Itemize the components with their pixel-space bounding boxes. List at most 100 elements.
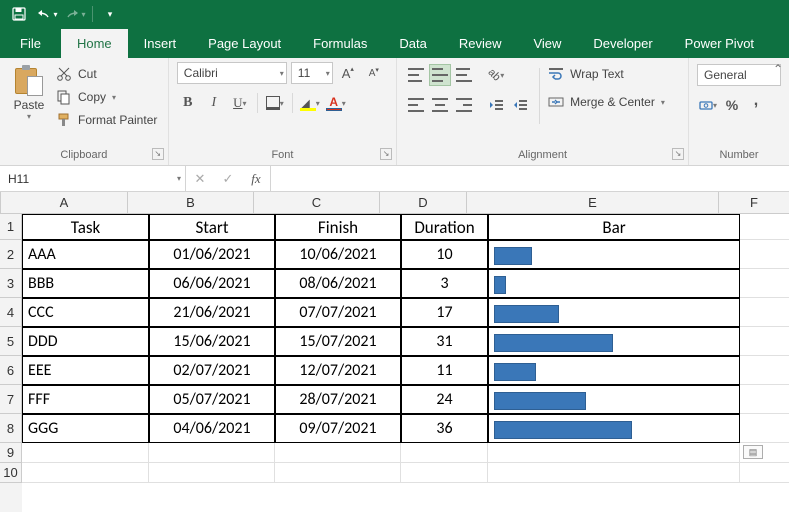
- bold-button[interactable]: B: [177, 92, 199, 114]
- cell-E1[interactable]: Bar: [488, 214, 740, 240]
- align-center-button[interactable]: [429, 94, 451, 116]
- cell-A9[interactable]: [22, 443, 149, 463]
- cell-E9[interactable]: [488, 443, 740, 463]
- redo-button[interactable]: ▾: [62, 3, 88, 25]
- decrease-indent-button[interactable]: [485, 94, 507, 116]
- font-name-combo[interactable]: Calibri▾: [177, 62, 287, 84]
- cell-D10[interactable]: [401, 463, 488, 483]
- tab-power-pivot[interactable]: Power Pivot: [669, 29, 770, 58]
- row-headers[interactable]: 12345678910: [0, 214, 22, 512]
- column-header-D[interactable]: D: [380, 192, 467, 214]
- cell-F7[interactable]: [740, 385, 789, 414]
- formula-input[interactable]: [271, 166, 789, 191]
- cell-B9[interactable]: [149, 443, 275, 463]
- cell-B2[interactable]: 01/06/2021: [149, 240, 275, 269]
- align-middle-button[interactable]: [429, 64, 451, 86]
- row-header-2[interactable]: 2: [0, 240, 22, 269]
- name-box[interactable]: H11 ▾: [0, 166, 186, 191]
- cell-F4[interactable]: [740, 298, 789, 327]
- cell-E4[interactable]: [488, 298, 740, 327]
- comma-button[interactable]: ,: [745, 94, 767, 116]
- copy-button[interactable]: Copy ▾: [56, 87, 157, 107]
- row-header-7[interactable]: 7: [0, 385, 22, 414]
- cell-C3[interactable]: 08/06/2021: [275, 269, 401, 298]
- tab-insert[interactable]: Insert: [128, 29, 193, 58]
- accounting-format-button[interactable]: ▾: [697, 94, 719, 116]
- cell-F3[interactable]: [740, 269, 789, 298]
- align-top-button[interactable]: [405, 64, 427, 86]
- increase-font-button[interactable]: A▴: [337, 62, 359, 84]
- cell-D4[interactable]: 17: [401, 298, 488, 327]
- tab-view[interactable]: View: [517, 29, 577, 58]
- cell-C1[interactable]: Finish: [275, 214, 401, 240]
- font-size-combo[interactable]: 11▾: [291, 62, 333, 84]
- enter-formula-button[interactable]: ✓: [214, 166, 242, 191]
- cell-A7[interactable]: FFF: [22, 385, 149, 414]
- cell-C10[interactable]: [275, 463, 401, 483]
- cell-E6[interactable]: [488, 356, 740, 385]
- cells-area[interactable]: TaskStartFinishDurationBarAAA01/06/20211…: [22, 214, 789, 483]
- cell-E3[interactable]: [488, 269, 740, 298]
- align-bottom-button[interactable]: [453, 64, 475, 86]
- cell-D8[interactable]: 36: [401, 414, 488, 443]
- select-all-corner[interactable]: [0, 192, 1, 214]
- cell-F8[interactable]: [740, 414, 789, 443]
- cell-A8[interactable]: GGG: [22, 414, 149, 443]
- row-header-5[interactable]: 5: [0, 327, 22, 356]
- cell-A5[interactable]: DDD: [22, 327, 149, 356]
- underline-button[interactable]: U▾: [229, 92, 251, 114]
- merge-center-button[interactable]: Merge & Center ▾: [548, 92, 665, 112]
- tab-page-layout[interactable]: Page Layout: [192, 29, 297, 58]
- cell-D7[interactable]: 24: [401, 385, 488, 414]
- cell-E8[interactable]: [488, 414, 740, 443]
- cell-C9[interactable]: [275, 443, 401, 463]
- percent-button[interactable]: %: [721, 94, 743, 116]
- align-left-button[interactable]: [405, 94, 427, 116]
- column-header-F[interactable]: F: [719, 192, 789, 214]
- italic-button[interactable]: I: [203, 92, 225, 114]
- cell-C4[interactable]: 07/07/2021: [275, 298, 401, 327]
- paste-button[interactable]: Paste ▾: [8, 62, 50, 147]
- row-header-1[interactable]: 1: [0, 214, 22, 240]
- cell-E7[interactable]: [488, 385, 740, 414]
- cell-D1[interactable]: Duration: [401, 214, 488, 240]
- cell-B10[interactable]: [149, 463, 275, 483]
- cell-B1[interactable]: Start: [149, 214, 275, 240]
- cell-E2[interactable]: [488, 240, 740, 269]
- cell-A6[interactable]: EEE: [22, 356, 149, 385]
- tab-home[interactable]: Home: [61, 29, 128, 58]
- fill-color-button[interactable]: ◢▾: [299, 92, 321, 114]
- undo-button[interactable]: ▾: [34, 3, 60, 25]
- tab-file[interactable]: File: [0, 29, 61, 58]
- borders-button[interactable]: ▾: [264, 92, 286, 114]
- quick-analysis-button[interactable]: ▤: [743, 445, 763, 459]
- row-header-8[interactable]: 8: [0, 414, 22, 443]
- cell-B3[interactable]: 06/06/2021: [149, 269, 275, 298]
- insert-function-button[interactable]: fx: [242, 166, 270, 191]
- cell-D5[interactable]: 31: [401, 327, 488, 356]
- row-header-4[interactable]: 4: [0, 298, 22, 327]
- row-header-9[interactable]: 9: [0, 443, 22, 463]
- cell-B7[interactable]: 05/07/2021: [149, 385, 275, 414]
- cell-C2[interactable]: 10/06/2021: [275, 240, 401, 269]
- cell-C8[interactable]: 09/07/2021: [275, 414, 401, 443]
- tab-developer[interactable]: Developer: [577, 29, 668, 58]
- ribbon-collapse-button[interactable]: ⌃: [773, 62, 783, 76]
- font-color-button[interactable]: A▾: [325, 92, 347, 114]
- row-header-10[interactable]: 10: [0, 463, 22, 483]
- cell-A10[interactable]: [22, 463, 149, 483]
- wrap-text-button[interactable]: Wrap Text: [548, 64, 665, 84]
- row-header-6[interactable]: 6: [0, 356, 22, 385]
- qat-customize-button[interactable]: ▾: [97, 3, 123, 25]
- format-painter-button[interactable]: Format Painter: [56, 110, 157, 130]
- row-header-3[interactable]: 3: [0, 269, 22, 298]
- cell-F5[interactable]: [740, 327, 789, 356]
- tab-data[interactable]: Data: [383, 29, 442, 58]
- cell-B5[interactable]: 15/06/2021: [149, 327, 275, 356]
- number-format-combo[interactable]: General: [697, 64, 781, 86]
- cell-D9[interactable]: [401, 443, 488, 463]
- cell-B4[interactable]: 21/06/2021: [149, 298, 275, 327]
- cut-button[interactable]: Cut: [56, 64, 157, 84]
- column-header-E[interactable]: E: [467, 192, 719, 214]
- column-headers[interactable]: ABCDEF: [1, 192, 789, 214]
